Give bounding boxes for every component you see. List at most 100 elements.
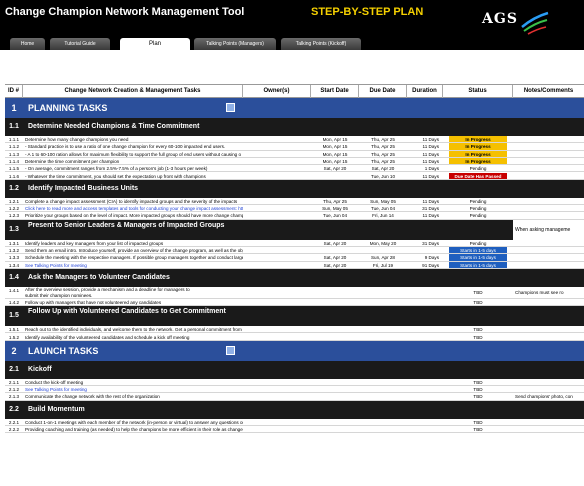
duration — [407, 426, 443, 432]
task-id: 1.4.1 — [8, 287, 20, 293]
collapse-toggle-icon[interactable] — [226, 103, 235, 112]
status-badge: In Progress — [449, 136, 507, 143]
section-id: 1 — [11, 103, 17, 113]
owner-cell — [243, 173, 311, 179]
due-date: Thu, Apr 25 — [371, 158, 395, 164]
section-title: LAUNCH TASKS — [28, 345, 99, 356]
start-date — [311, 173, 359, 179]
due-date — [359, 426, 407, 432]
start-date: Mon, Apr 15 — [322, 151, 348, 157]
tab-home[interactable]: Home — [10, 38, 45, 50]
section-id: 1.1 — [9, 123, 19, 130]
start-date — [311, 379, 359, 385]
owner-cell — [243, 419, 311, 425]
duration: 11 Days — [422, 198, 439, 204]
col-header-status: Status — [443, 85, 513, 98]
task-id: 1.1.5 — [8, 166, 20, 172]
start-date — [311, 326, 359, 332]
status-badge: Due Date Has Passed — [449, 172, 507, 179]
owner-cell — [243, 299, 311, 305]
task-name: Prioritize your groups based on the leve… — [25, 213, 243, 219]
task-id: 1.2.1 — [8, 198, 20, 204]
notes-cell: Champions must see ro — [515, 289, 564, 295]
logo-text: AGS — [482, 11, 518, 27]
collapse-toggle-icon[interactable] — [226, 345, 235, 355]
task-id: 1.3.1 — [8, 240, 20, 246]
duration — [407, 379, 443, 385]
duration: 9 Days — [424, 255, 439, 261]
owner-cell — [243, 379, 311, 385]
col-header-start: Start Date — [311, 85, 359, 98]
section-title: Follow Up with Volunteered Candidates to… — [28, 308, 226, 316]
section-title: Present to Senior Leaders & Managers of … — [28, 221, 225, 229]
tab-talking-points-kickoff[interactable]: Talking Points (Kickoff) — [281, 38, 361, 50]
task-link[interactable]: See Talking Points for meeting — [23, 386, 243, 392]
status-badge: Pending — [469, 198, 487, 204]
duration: 91 Days — [422, 262, 439, 268]
due-date — [359, 419, 407, 425]
duration — [407, 287, 443, 298]
duration: 11 Days — [422, 213, 439, 219]
section-header-row: 1.3 Present to Senior Leaders & Managers … — [5, 219, 584, 240]
task-link[interactable]: Click here to read more and access templ… — [23, 205, 243, 211]
task-name: - Standard practice is to use a ratio of… — [25, 144, 226, 150]
owner-cell — [243, 254, 311, 260]
task-name: Providing coaching and training (as need… — [25, 427, 243, 432]
task-name-line: submit their champion nominees. — [25, 292, 93, 298]
due-date — [359, 326, 407, 332]
section-header-row: 1.4 Ask the Managers to Volunteer Candida… — [5, 268, 584, 287]
task-row: 1.1.2 - Standard practice is to use a ra… — [5, 143, 584, 151]
owner-cell — [243, 426, 311, 432]
task-name: Schedule the meeting with the respective… — [25, 255, 243, 261]
task-row: 1.1.6 - Whatever the time commitment, yo… — [5, 172, 584, 180]
start-date — [311, 386, 359, 392]
section-header-row: 1.5 Follow Up with Volunteered Candidates… — [5, 306, 584, 327]
duration — [407, 393, 443, 399]
section-id: 2.1 — [9, 365, 19, 373]
status-badge: In Progress — [449, 143, 507, 150]
duration: 11 Days — [422, 137, 439, 142]
start-date: Thu, Apr 25 — [323, 198, 347, 204]
task-name: Complete a change impact assessment (CIA… — [25, 198, 238, 204]
task-row: 1.2.3 Prioritize your groups based on the… — [5, 212, 584, 220]
task-id: 2.1.3 — [8, 394, 20, 400]
tab-bar: Home Tutorial Guide Plan Talking Points … — [0, 38, 584, 50]
section-id: 2 — [11, 345, 17, 356]
task-row: 1.2.1 Complete a change impact assessment… — [5, 197, 584, 206]
start-date — [311, 299, 359, 305]
duration: 31 Days — [422, 240, 439, 246]
task-row: 1.3.3 Schedule the meeting with the respe… — [5, 254, 584, 262]
status-badge: TBD — [473, 379, 483, 385]
due-date — [359, 247, 407, 253]
section-title: Ask the Managers to Volunteer Candidates — [28, 273, 170, 281]
task-row: 1.4.2 Follow up with managers that have n… — [5, 298, 584, 307]
tab-tutorial-guide[interactable]: Tutorial Guide — [50, 38, 110, 50]
duration: 11 Days — [422, 173, 439, 179]
due-date: Fri, Jul 19 — [372, 262, 394, 268]
tab-plan[interactable]: Plan — [120, 38, 190, 50]
task-id: 1.3.4 — [8, 262, 20, 268]
due-date: Thu, Apr 25 — [371, 151, 395, 157]
start-date — [311, 393, 359, 399]
task-name: Reach out to the identified individuals,… — [25, 327, 243, 333]
start-date: Mon, Apr 15 — [322, 137, 348, 142]
task-name: - On average, commitment ranges from 2.5… — [25, 166, 208, 172]
tab-talking-points-managers[interactable]: Talking Points (Managers) — [194, 38, 276, 50]
status-badge: In Progress — [449, 150, 507, 157]
task-link[interactable]: See Talking Points for meeting — [23, 262, 243, 268]
owner-cell — [243, 326, 311, 332]
task-row: 1.1.4 Determine the time commitment per c… — [5, 157, 584, 166]
task-id: 1.3.2 — [8, 248, 20, 253]
start-date: Sat, Apr 20 — [323, 166, 347, 172]
start-date — [311, 287, 359, 298]
status-badge: TBD — [473, 419, 483, 425]
start-date: Mon, Apr 15 — [322, 144, 348, 150]
task-name: Send them an email intro. Introduce your… — [25, 248, 243, 253]
owner-cell — [243, 151, 311, 157]
task-row: 1.3.1 Identify leaders and key managers f… — [5, 239, 584, 247]
owner-cell — [243, 247, 311, 253]
start-date: Mon, Apr 15 — [322, 158, 348, 164]
task-row: 1.3.4 See Talking Points for meeting Sat, … — [5, 261, 584, 269]
due-date: Sat, Apr 20 — [371, 166, 395, 172]
owner-cell — [243, 158, 311, 164]
